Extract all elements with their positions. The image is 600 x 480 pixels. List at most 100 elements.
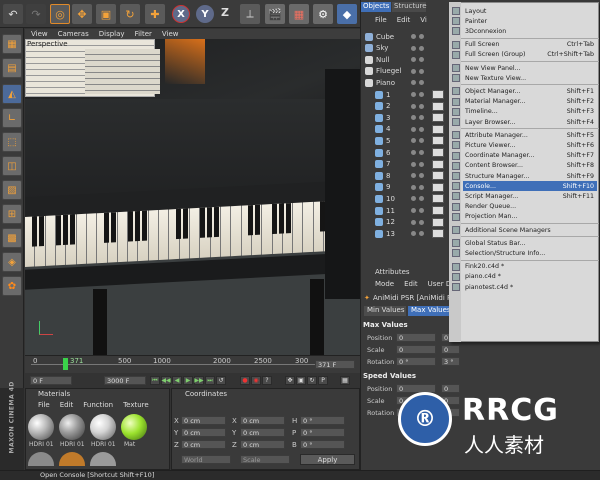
coordinates-size-x-field[interactable]: 0 cm (240, 416, 285, 425)
menu-item[interactable]: Structure Manager... Shift+F9 (452, 171, 597, 181)
visibility-dots[interactable] (411, 126, 424, 132)
redo-icon[interactable]: ↷ (26, 4, 46, 24)
model-mode-icon[interactable]: ▦ (2, 34, 22, 54)
param-key-icon[interactable]: P (318, 376, 328, 385)
tag-icon[interactable] (432, 148, 444, 157)
rotation-key-icon[interactable]: ↻ (307, 376, 317, 385)
visibility-dots[interactable] (411, 173, 424, 179)
edges-mode-icon[interactable]: ◫ (2, 156, 22, 176)
menu-item[interactable]: Script Manager... Shift+F11 (452, 191, 597, 201)
max-scale-field[interactable]: 0 (396, 345, 436, 354)
coordinates-pos-z-field[interactable]: 0 cm (181, 440, 226, 449)
timeline-playhead[interactable] (63, 358, 68, 370)
previous-key-icon[interactable]: ◀◀ (161, 376, 171, 385)
render-picture-icon[interactable]: ▦ (289, 4, 309, 24)
polygons-mode-icon[interactable]: ▨ (2, 180, 22, 200)
menu-item[interactable]: New View Panel... (452, 63, 597, 73)
objects-menu-edit[interactable]: Edit (397, 16, 411, 24)
coordinates-rot-h-field[interactable]: 0 ° (300, 416, 345, 425)
menu-item[interactable]: Additional Scene Managers (452, 225, 597, 235)
tag-icon[interactable] (432, 113, 444, 123)
coordinates-pos-x-field[interactable]: 0 cm (181, 416, 226, 425)
timeline-ruler[interactable]: 0 500 1000 1500 2000 2500 300 371 371 F (25, 355, 360, 373)
tree-item[interactable]: Sky (363, 43, 453, 54)
structure-tab[interactable]: Structure (392, 2, 427, 12)
coordinates-size-z-field[interactable]: 0 cm (240, 440, 285, 449)
max-position-field[interactable]: 0 (396, 333, 436, 342)
menu-item[interactable]: Console... Shift+F10 (452, 181, 597, 192)
visibility-dots[interactable] (411, 34, 424, 39)
points-mode-icon[interactable]: ⬚ (2, 132, 22, 152)
menu-item[interactable]: New Texture View... (452, 73, 597, 83)
viewport-menu-view-2[interactable]: View (162, 30, 179, 38)
tag-icon[interactable] (432, 206, 444, 215)
lock-icon[interactable]: ✿ (2, 276, 22, 296)
menu-item[interactable]: 3Dconnexion (452, 26, 597, 36)
menu-item[interactable]: Painter (452, 16, 597, 26)
loop-icon[interactable]: ↺ (216, 376, 226, 385)
menu-item[interactable]: Picture Viewer... Shift+F6 (452, 140, 597, 150)
render-settings-icon[interactable]: ⚙ (313, 4, 333, 24)
axis-x-button[interactable]: X (172, 5, 190, 23)
rotate-icon[interactable]: ↻ (120, 4, 140, 24)
texture-mode-icon[interactable]: ▤ (2, 58, 22, 78)
visibility-dots[interactable] (411, 184, 424, 190)
coordinates-mode-select[interactable]: World (181, 455, 231, 464)
pla-key-icon[interactable]: ▦ (340, 376, 350, 385)
next-key-icon[interactable]: ▶▶ (194, 376, 204, 385)
coordinates-size-y-field[interactable]: 0 cm (240, 428, 285, 437)
tree-item[interactable]: Fluegel (363, 66, 453, 77)
viewport-canvas[interactable]: Perspective (25, 39, 360, 355)
max-rotation-field[interactable]: 0 ° (396, 357, 436, 366)
autokey-icon[interactable]: ◉ (251, 376, 261, 385)
tag-icon[interactable] (432, 217, 444, 227)
keyframe-icon[interactable]: ? (262, 376, 272, 385)
viewport-menu-filter[interactable]: Filter (135, 30, 152, 38)
material-swatch-2[interactable] (59, 414, 85, 440)
max-rotation-field-2[interactable]: 3 ° (441, 357, 460, 366)
play-icon[interactable]: ▶ (183, 376, 193, 385)
coordinates-pos-y-field[interactable]: 0 cm (181, 428, 226, 437)
objects-tab[interactable]: Objects (361, 2, 391, 12)
material-swatch-3[interactable] (90, 414, 116, 440)
objects-menu-view[interactable]: Vi (420, 16, 427, 24)
cube-object-icon[interactable]: ◆ (337, 4, 357, 24)
menu-item[interactable]: Attribute Manager... Shift+F5 (452, 130, 597, 140)
tag-icon[interactable] (432, 124, 444, 134)
tag-icon[interactable] (432, 182, 444, 192)
visibility-dots[interactable] (411, 57, 424, 63)
visibility-dots[interactable] (411, 103, 424, 109)
menu-item[interactable]: Global Status Bar... (452, 238, 597, 248)
menu-item[interactable]: Layout (452, 6, 597, 16)
coordinates-size-mode-select[interactable]: Scale (240, 455, 290, 464)
coordinate-system-icon[interactable]: ⟂ (240, 4, 260, 24)
workplane-icon[interactable]: ◭ (2, 84, 22, 104)
tag-icon[interactable] (432, 171, 444, 181)
attributes-menu-edit[interactable]: Edit (404, 280, 418, 288)
menu-item[interactable]: Content Browser... Shift+F8 (452, 161, 597, 171)
current-frame-field[interactable]: 371 F (315, 360, 355, 369)
solo-icon[interactable]: ◈ (2, 252, 22, 272)
go-to-start-icon[interactable]: ⏮ (150, 376, 160, 385)
tree-item[interactable]: Piano (363, 77, 453, 88)
visibility-dots[interactable] (411, 80, 424, 86)
speed-position-field-2[interactable]: 0 (441, 384, 460, 393)
record-icon[interactable]: ● (240, 376, 250, 385)
tag-icon[interactable] (432, 229, 444, 239)
menu-item[interactable]: Full Screen Ctrl+Tab (452, 40, 597, 50)
coordinates-rot-b-field[interactable]: 0 ° (300, 440, 345, 449)
menu-item[interactable]: Object Manager... Shift+F1 (452, 86, 597, 96)
axis-z-button[interactable]: Z (221, 6, 229, 19)
menu-item[interactable]: Layer Browser... Shift+F4 (452, 117, 597, 127)
axis-mode-icon[interactable]: ∟ (2, 108, 22, 128)
materials-menu-function[interactable]: Function (83, 401, 113, 409)
visibility-dots[interactable] (411, 115, 424, 121)
position-key-icon[interactable]: ✥ (285, 376, 295, 385)
material-swatch-1[interactable] (28, 414, 54, 440)
live-select-icon[interactable]: ◎ (50, 4, 70, 24)
scale-icon[interactable]: ▣ (96, 4, 116, 24)
visibility-dots[interactable] (411, 92, 424, 97)
objects-menu-file[interactable]: File (375, 16, 387, 24)
menu-item[interactable]: Full Screen (Group) Ctrl+Shift+Tab (452, 50, 597, 60)
move-icon[interactable]: ✥ (72, 4, 92, 24)
